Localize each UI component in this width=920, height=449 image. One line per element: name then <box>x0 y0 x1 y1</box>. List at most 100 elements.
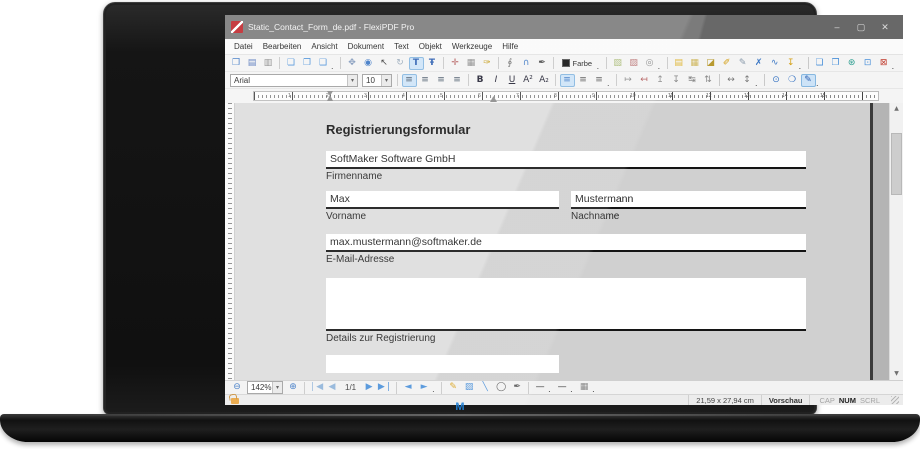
font-size-combo[interactable]: 10▾ <box>362 74 392 87</box>
merge-paragraph-button[interactable]: ↹ <box>685 74 700 87</box>
menu-werkzeuge[interactable]: Werkzeuge <box>447 40 497 53</box>
line-spacing-single-button[interactable]: ≡ <box>560 74 575 87</box>
lower-paragraph-button[interactable]: ↧ <box>669 74 684 87</box>
resize-grip[interactable] <box>891 396 899 404</box>
page-new-button[interactable]: ❏ <box>284 57 299 70</box>
comment-balloon-button[interactable]: ❍ <box>785 74 800 87</box>
char-height-button[interactable]: ↕ <box>740 74 755 87</box>
vertical-ruler[interactable] <box>225 103 235 380</box>
curve-tool-button[interactable]: ∩ <box>519 57 534 70</box>
overflow-button[interactable]: . <box>597 63 603 71</box>
font-name-combo[interactable]: Arial▾ <box>230 74 358 87</box>
zoom-tool-button[interactable]: ◉ <box>361 57 376 70</box>
field-details[interactable] <box>326 278 806 331</box>
overflow-button[interactable]: . <box>548 386 554 394</box>
vertical-scrollbar[interactable]: ▲ ▼ <box>889 103 903 380</box>
print-button[interactable]: ▥ <box>261 57 276 70</box>
overflow-button[interactable]: . <box>755 80 761 88</box>
dropdown-caret-icon[interactable]: ▾ <box>381 75 391 86</box>
scroll-up-icon[interactable]: ▲ <box>890 103 903 115</box>
edit-annotation-button[interactable]: ✎ <box>801 74 816 87</box>
zoom-out-button[interactable]: ⊖ <box>230 382 245 394</box>
maximize-button[interactable]: ▢ <box>849 15 873 39</box>
squiggle-underline-button[interactable]: ∿ <box>767 57 782 70</box>
lasso-tool-button[interactable]: ∮ <box>503 57 518 70</box>
stamp-button[interactable]: ◪ <box>703 57 718 70</box>
eyedropper-tool-button[interactable]: ✒ <box>535 57 550 70</box>
menu-ansicht[interactable]: Ansicht <box>306 40 342 53</box>
hand-tool-button[interactable]: ✥ <box>345 57 360 70</box>
close-button[interactable]: ✕ <box>873 15 897 39</box>
pencil-comment-button[interactable]: ✎ <box>735 57 750 70</box>
next-page-button[interactable]: ▶ <box>362 382 377 394</box>
draw-ellipse-button[interactable]: ◯ <box>494 382 509 394</box>
open-button[interactable]: ❒ <box>229 57 244 70</box>
color-farbe-button[interactable]: Farbe <box>558 57 597 70</box>
superscript-button[interactable]: A² <box>521 74 536 87</box>
align-left-button[interactable]: ≡ <box>402 74 417 87</box>
minimize-button[interactable]: – <box>825 15 849 39</box>
image-frame-button[interactable]: ▨ <box>626 57 641 70</box>
nav-forward-button[interactable]: ► <box>417 382 432 394</box>
field-nachname[interactable]: Mustermann <box>571 191 806 209</box>
last-page-button[interactable]: ▶❘ <box>378 382 393 394</box>
line-spacing-15-button[interactable]: ≡ <box>576 74 591 87</box>
indent-first-button[interactable]: ↦ <box>621 74 636 87</box>
insert-object-tool-button[interactable]: ✛ <box>448 57 463 70</box>
crossout-button[interactable]: ✗ <box>751 57 766 70</box>
glue-tool-button[interactable]: ✑ <box>480 57 495 70</box>
page-preview-button[interactable]: ⊡ <box>860 57 875 70</box>
dropdown-caret-icon[interactable]: ▾ <box>272 382 282 393</box>
save-button[interactable]: ▤ <box>245 57 260 70</box>
nav-back-button[interactable]: ◄ <box>401 382 416 394</box>
object-zoom-button[interactable]: ◎ <box>642 57 657 70</box>
overflow-button[interactable]: . <box>331 63 337 71</box>
char-width-button[interactable]: ↔ <box>724 74 739 87</box>
line-end-style-button[interactable]: — <box>555 382 570 394</box>
horizontal-ruler[interactable]: 123456789101112131415 <box>253 91 879 101</box>
select-tool-button[interactable]: ↖ <box>377 57 392 70</box>
align-center-button[interactable]: ≡ <box>418 74 433 87</box>
overflow-button[interactable]: . <box>892 63 898 71</box>
overflow-button[interactable]: . <box>607 80 613 88</box>
text-comment-button[interactable]: ▦ <box>687 57 702 70</box>
view-eye-button[interactable]: ⊙ <box>769 74 784 87</box>
split-paragraph-button[interactable]: ⇅ <box>701 74 716 87</box>
text-tool-button[interactable]: T <box>409 57 424 70</box>
raise-paragraph-button[interactable]: ↥ <box>653 74 668 87</box>
zoom-in-button[interactable]: ⊕ <box>286 382 301 394</box>
scroll-down-icon[interactable]: ▼ <box>890 368 903 380</box>
italic-button[interactable]: I <box>489 74 504 87</box>
draw-ink-button[interactable]: ✒ <box>510 382 525 394</box>
menu-bearbeiten[interactable]: Bearbeiten <box>258 40 307 53</box>
prev-page-button[interactable]: ◀ <box>325 382 340 394</box>
field-extra[interactable] <box>326 355 559 373</box>
page-copy-button[interactable]: ❐ <box>300 57 315 70</box>
first-page-button[interactable]: ❘◀ <box>309 382 324 394</box>
overflow-button[interactable]: . <box>592 386 598 394</box>
zoom-level-combo[interactable]: 142%▾ <box>247 381 283 394</box>
overflow-button[interactable]: . <box>432 386 438 394</box>
import-page-button[interactable]: ❐ <box>828 57 843 70</box>
indent-hanging-button[interactable]: ↤ <box>637 74 652 87</box>
dropdown-caret-icon[interactable]: ▾ <box>347 75 357 86</box>
delete-page-button[interactable]: ⊠ <box>876 57 891 70</box>
highlighter-button[interactable]: ✐ <box>719 57 734 70</box>
overflow-button[interactable]: . <box>799 63 805 71</box>
menu-datei[interactable]: Datei <box>229 40 258 53</box>
overflow-button[interactable]: . <box>658 63 664 71</box>
menu-text[interactable]: Text <box>389 40 414 53</box>
menu-hilfe[interactable]: Hilfe <box>497 40 523 53</box>
page-insert-button[interactable]: ❑ <box>316 57 331 70</box>
text-paragraph-tool-button[interactable]: Ŧ <box>425 57 440 70</box>
draw-line-button[interactable]: ╲ <box>478 382 493 394</box>
field-firmenname[interactable]: SoftMaker Software GmbH <box>326 151 806 169</box>
bold-button[interactable]: B <box>473 74 488 87</box>
subscript-button[interactable]: A₂ <box>537 74 552 87</box>
fill-style-button[interactable]: ▦ <box>577 382 592 394</box>
field-vorname[interactable]: Max <box>326 191 559 209</box>
overflow-button[interactable]: . <box>570 386 576 394</box>
crop-tool-button[interactable]: ▦ <box>464 57 479 70</box>
field-email[interactable]: max.mustermann@softmaker.de <box>326 234 806 252</box>
rotate-tool-button[interactable]: ↻ <box>393 57 408 70</box>
